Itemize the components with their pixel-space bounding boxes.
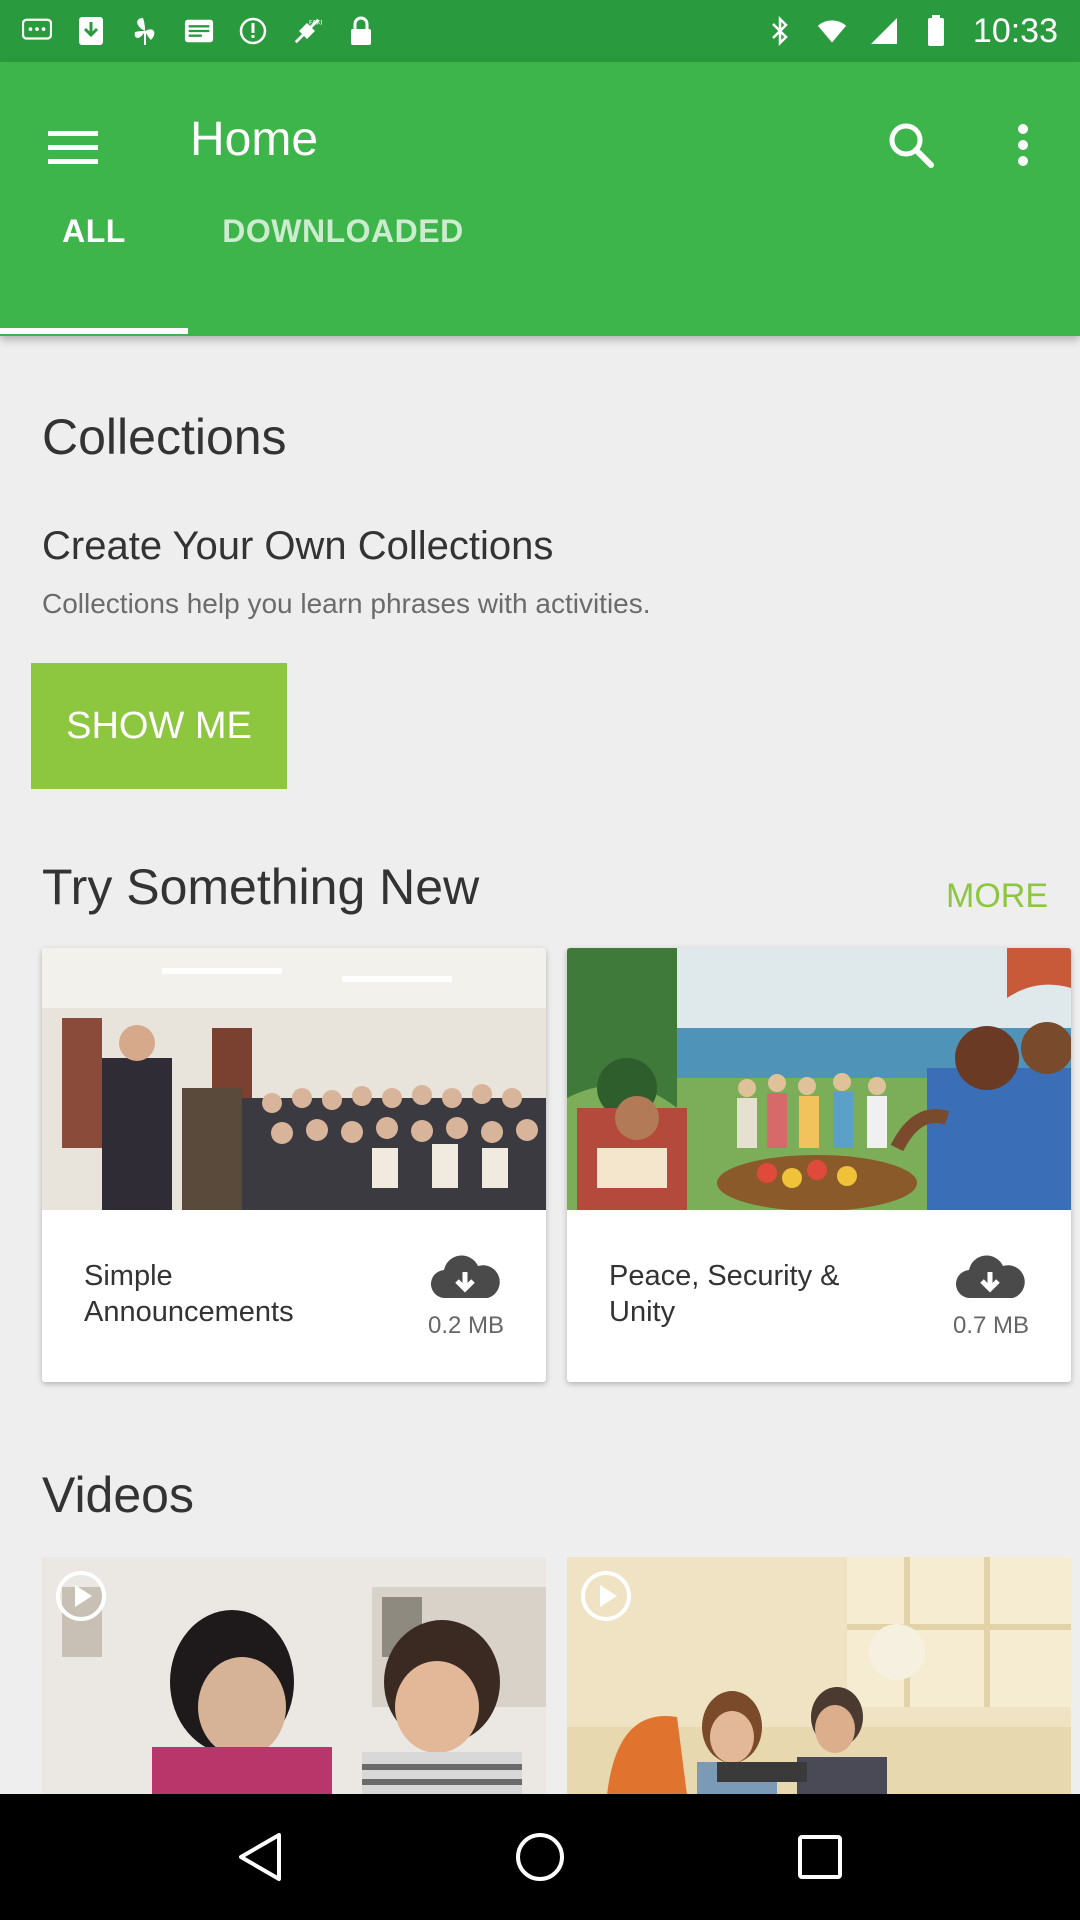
more-link[interactable]: MORE — [946, 877, 1048, 916]
tab-downloaded-label: DOWNLOADED — [222, 212, 464, 249]
announcements-image — [42, 948, 546, 1210]
status-time: 10:33 — [972, 11, 1058, 50]
chat-bubble-icon — [22, 16, 52, 46]
cloud-download-icon[interactable] — [430, 1254, 500, 1302]
warning-icon — [238, 16, 268, 46]
tab-all-label: ALL — [62, 212, 126, 249]
svg-text:FAKE: FAKE — [309, 18, 322, 26]
signal-icon — [869, 16, 899, 46]
create-collections-heading: Create Your Own Collections — [42, 524, 554, 568]
collections-description: Collections help you learn phrases with … — [42, 588, 651, 619]
card-size: 0.2 MB — [427, 1312, 504, 1339]
fake-gps-icon: FAKE — [292, 16, 322, 46]
recents-icon[interactable] — [780, 1817, 860, 1897]
wifi-icon — [817, 16, 847, 46]
cloud-download-icon[interactable] — [955, 1254, 1025, 1302]
course-card[interactable]: Peace, Security & Unity 0.7 MB — [567, 948, 1071, 1382]
tab-downloaded[interactable]: DOWNLOADED — [188, 188, 498, 274]
tab-indicator — [0, 328, 188, 334]
back-icon[interactable] — [220, 1817, 300, 1897]
home-icon[interactable] — [500, 1817, 580, 1897]
download-icon — [76, 16, 106, 46]
bluetooth-icon — [765, 16, 795, 46]
video-thumbnail — [567, 1557, 1071, 1795]
app-bar: Home ALL DOWNLOADED — [0, 62, 1080, 336]
videos-heading: Videos — [42, 1467, 194, 1523]
video-thumbnail — [42, 1557, 546, 1795]
tab-all[interactable]: ALL — [0, 188, 188, 274]
card-size: 0.7 MB — [952, 1312, 1029, 1339]
status-system: 10:33 — [765, 12, 1058, 51]
search-icon[interactable] — [878, 112, 944, 178]
try-something-new-heading: Try Something New — [42, 859, 480, 915]
play-icon[interactable] — [579, 1569, 633, 1623]
card-title: Peace, Security & Unity — [609, 1260, 840, 1328]
card-title: Simple Announcements — [84, 1260, 294, 1328]
status-notifications: FAKE — [22, 16, 376, 46]
video-card[interactable] — [567, 1557, 1071, 1795]
collections-heading: Collections — [42, 409, 287, 465]
course-card[interactable]: Simple Announcements 0.2 MB — [42, 948, 546, 1382]
play-icon[interactable] — [54, 1569, 108, 1623]
page-title: Home — [190, 113, 319, 166]
show-me-button[interactable]: SHOW ME — [31, 663, 287, 789]
hamburger-menu-icon[interactable] — [40, 114, 106, 180]
inbox-icon — [184, 16, 214, 46]
peace-security-unity-image — [567, 948, 1071, 1210]
video-card[interactable] — [42, 1557, 546, 1795]
fan-icon — [130, 16, 160, 46]
lock-icon — [346, 16, 376, 46]
more-vert-icon[interactable] — [990, 112, 1056, 178]
navigation-bar — [0, 1794, 1080, 1920]
battery-icon — [921, 15, 951, 46]
status-bar: FAKE 10:33 — [0, 0, 1080, 62]
